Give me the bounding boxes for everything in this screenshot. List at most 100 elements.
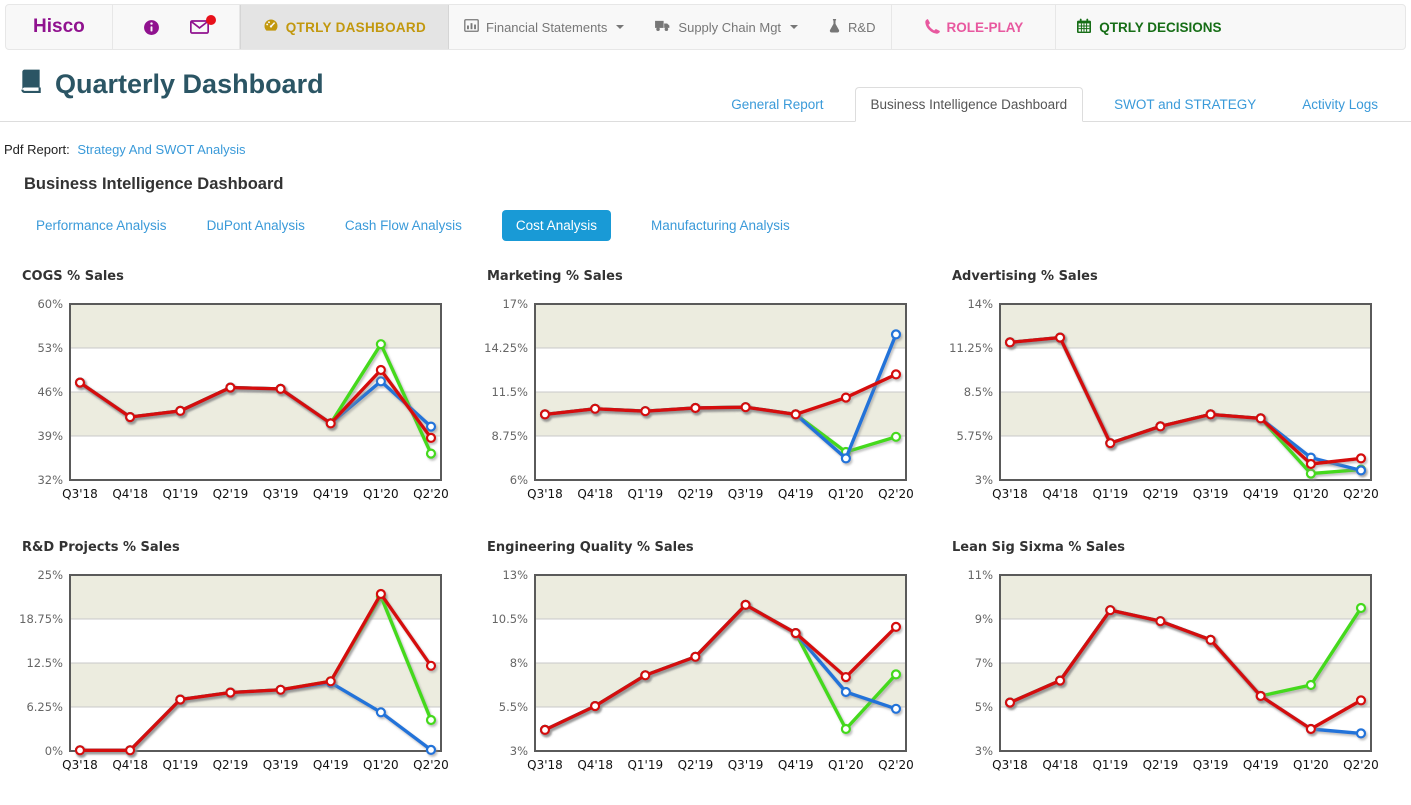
subtab-manufacturing-analysis[interactable]: Manufacturing Analysis — [651, 218, 790, 233]
svg-text:Q4'19: Q4'19 — [1243, 487, 1279, 501]
nav-item-label: QTRLY DASHBOARD — [286, 20, 426, 35]
subtab-cash-flow-analysis[interactable]: Cash Flow Analysis — [345, 218, 462, 233]
svg-text:Q1'20: Q1'20 — [363, 758, 399, 772]
nav-item-label: QTRLY DECISIONS — [1099, 20, 1221, 35]
chart-canvas-4[interactable]: 0%6.25%12.5%18.75%25%Q3'18Q4'18Q1'19Q2'1… — [22, 569, 445, 795]
svg-text:Q1'19: Q1'19 — [1092, 758, 1128, 772]
svg-text:11.5%: 11.5% — [491, 385, 528, 399]
charts-grid: COGS % Sales32%39%46%53%60%Q3'18Q4'18Q1'… — [0, 241, 1411, 805]
nav-role-play[interactable]: ROLE-PLAY — [891, 5, 1057, 49]
svg-text:Q2'19: Q2'19 — [213, 758, 249, 772]
svg-text:Q4'18: Q4'18 — [112, 487, 148, 501]
svg-text:11%: 11% — [967, 568, 993, 582]
svg-text:Q3'19: Q3'19 — [1193, 758, 1229, 772]
svg-text:53%: 53% — [37, 341, 63, 355]
svg-text:Q4'18: Q4'18 — [1042, 487, 1078, 501]
chart-canvas-6[interactable]: 3%5%7%9%11%Q3'18Q4'18Q1'19Q2'19Q3'19Q4'1… — [952, 569, 1375, 795]
page-header: Quarterly Dashboard General Report Busin… — [0, 54, 1411, 122]
pdf-report-label: Pdf Report: — [4, 142, 70, 157]
chart-card-2: Marketing % Sales6%8.75%11.5%14.25%17%Q3… — [487, 269, 910, 524]
chart-canvas-5[interactable]: 3%5.5%8%10.5%13%Q3'18Q4'18Q1'19Q2'19Q3'1… — [487, 569, 910, 795]
chevron-down-icon — [790, 25, 798, 29]
svg-text:10.5%: 10.5% — [491, 612, 528, 626]
notification-dot — [206, 15, 216, 25]
svg-text:Q3'18: Q3'18 — [992, 487, 1028, 501]
svg-text:3%: 3% — [975, 473, 993, 487]
svg-text:60%: 60% — [37, 297, 63, 311]
subtab-performance-analysis[interactable]: Performance Analysis — [36, 218, 167, 233]
pdf-report-link[interactable]: Strategy And SWOT Analysis — [77, 142, 245, 157]
tab-activity-logs[interactable]: Activity Logs — [1287, 88, 1393, 121]
svg-text:Q2'19: Q2'19 — [1143, 758, 1179, 772]
book-icon — [18, 68, 44, 101]
svg-text:Q3'19: Q3'19 — [263, 758, 299, 772]
svg-text:Q4'19: Q4'19 — [1243, 758, 1279, 772]
nav-item-label: Supply Chain Mgt — [678, 20, 781, 35]
chart-title: COGS % Sales — [22, 269, 445, 284]
nav-supply-chain-mgt[interactable]: Supply Chain Mgt — [639, 5, 813, 49]
chart-card-6: Lean Sig Sixma % Sales3%5%7%9%11%Q3'18Q4… — [952, 540, 1375, 795]
svg-text:8%: 8% — [510, 656, 528, 670]
nav-financial-statements[interactable]: Financial Statements — [449, 5, 639, 49]
envelope-icon[interactable] — [190, 20, 209, 34]
chart-card-4: R&D Projects % Sales0%6.25%12.5%18.75%25… — [22, 540, 445, 795]
svg-text:14.25%: 14.25% — [484, 341, 528, 355]
analysis-subtabs: Performance Analysis DuPont Analysis Cas… — [36, 210, 1411, 241]
svg-text:Q1'19: Q1'19 — [162, 758, 198, 772]
nav-rd[interactable]: R&D — [813, 5, 890, 49]
svg-text:Q3'18: Q3'18 — [62, 758, 98, 772]
nav-item-label: R&D — [848, 20, 875, 35]
svg-text:Q1'20: Q1'20 — [828, 487, 864, 501]
brand-logo[interactable]: Hisco — [6, 5, 112, 49]
main-tabs: General Report Business Intelligence Das… — [708, 87, 1401, 121]
svg-text:6.25%: 6.25% — [26, 700, 63, 714]
svg-text:46%: 46% — [37, 385, 63, 399]
phone-icon — [924, 18, 940, 37]
chart-card-3: Advertising % Sales3%5.75%8.5%11.25%14%Q… — [952, 269, 1375, 524]
svg-text:Q4'18: Q4'18 — [112, 758, 148, 772]
tab-swot-and-strategy[interactable]: SWOT and STRATEGY — [1099, 88, 1271, 121]
svg-text:Q2'19: Q2'19 — [1143, 487, 1179, 501]
svg-text:Q1'19: Q1'19 — [1092, 487, 1128, 501]
svg-text:Q1'19: Q1'19 — [627, 758, 663, 772]
svg-text:Q2'19: Q2'19 — [678, 487, 714, 501]
svg-text:5%: 5% — [975, 700, 993, 714]
svg-text:Q1'20: Q1'20 — [828, 758, 864, 772]
svg-text:Q1'19: Q1'19 — [162, 487, 198, 501]
nav-item-label: ROLE-PLAY — [947, 20, 1024, 35]
nav-qtrly-decisions[interactable]: QTRLY DECISIONS — [1056, 5, 1241, 49]
chart-card-5: Engineering Quality % Sales3%5.5%8%10.5%… — [487, 540, 910, 795]
tab-business-intelligence-dashboard[interactable]: Business Intelligence Dashboard — [855, 87, 1084, 122]
chart-title: Marketing % Sales — [487, 269, 910, 284]
chart-card-1: COGS % Sales32%39%46%53%60%Q3'18Q4'18Q1'… — [22, 269, 445, 524]
svg-text:9%: 9% — [975, 612, 993, 626]
svg-text:Q3'19: Q3'19 — [728, 758, 764, 772]
svg-text:Q3'18: Q3'18 — [62, 487, 98, 501]
top-navbar: Hisco QTRLY DASHBOARD Financial Statemen… — [5, 4, 1406, 50]
bar-chart-icon — [464, 19, 479, 35]
chart-canvas-3[interactable]: 3%5.75%8.5%11.25%14%Q3'18Q4'18Q1'19Q2'19… — [952, 298, 1375, 524]
subtab-dupont-analysis[interactable]: DuPont Analysis — [207, 218, 305, 233]
svg-text:Q3'19: Q3'19 — [263, 487, 299, 501]
flask-icon — [828, 18, 841, 36]
navbar-icon-group — [113, 5, 239, 49]
truck-icon — [654, 19, 671, 35]
chart-title: Lean Sig Sixma % Sales — [952, 540, 1375, 555]
nav-qtrly-dashboard[interactable]: QTRLY DASHBOARD — [240, 5, 449, 49]
svg-text:Q3'18: Q3'18 — [527, 758, 563, 772]
page-title: Quarterly Dashboard — [18, 68, 324, 101]
svg-text:11.25%: 11.25% — [949, 341, 993, 355]
svg-text:8.75%: 8.75% — [491, 429, 528, 443]
subtab-cost-analysis[interactable]: Cost Analysis — [502, 210, 611, 241]
svg-text:39%: 39% — [37, 429, 63, 443]
tab-general-report[interactable]: General Report — [716, 88, 838, 121]
svg-text:5.75%: 5.75% — [956, 429, 993, 443]
svg-text:Q3'19: Q3'19 — [728, 487, 764, 501]
svg-text:3%: 3% — [975, 744, 993, 758]
svg-text:Q3'19: Q3'19 — [1193, 487, 1229, 501]
chart-canvas-1[interactable]: 32%39%46%53%60%Q3'18Q4'18Q1'19Q2'19Q3'19… — [22, 298, 445, 524]
svg-text:14%: 14% — [967, 297, 993, 311]
info-icon[interactable] — [143, 19, 160, 36]
svg-text:Q4'18: Q4'18 — [577, 758, 613, 772]
chart-canvas-2[interactable]: 6%8.75%11.5%14.25%17%Q3'18Q4'18Q1'19Q2'1… — [487, 298, 910, 524]
